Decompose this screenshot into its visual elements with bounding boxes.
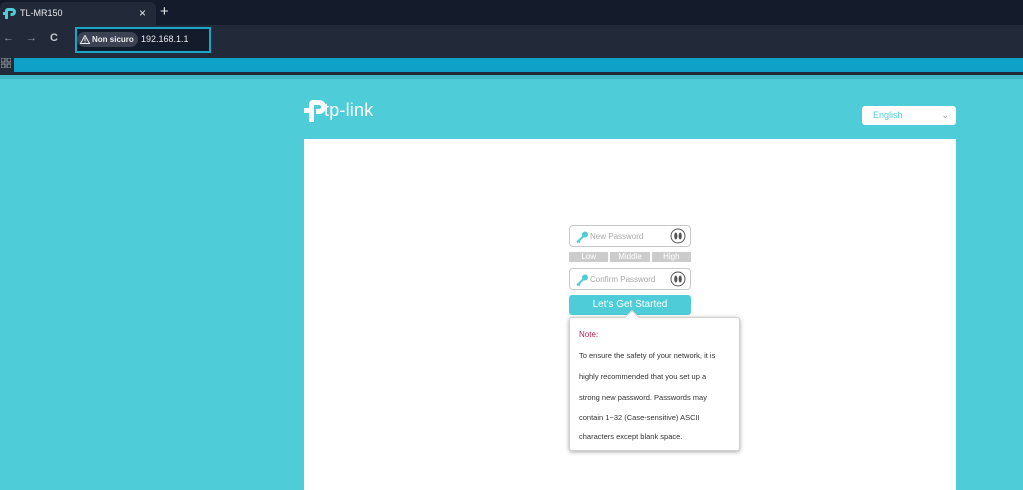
note-title: Note: <box>579 330 599 339</box>
address-bar[interactable]: Non sicuro 192.168.1.1 <box>75 27 211 53</box>
apps-grid-icon[interactable] <box>1 58 11 68</box>
browser-tab[interactable]: TL-MR150 × <box>0 2 156 25</box>
new-tab-icon[interactable]: + <box>160 3 169 21</box>
security-chip[interactable]: Non sicuro <box>77 32 138 47</box>
key-icon <box>576 231 588 243</box>
logo-text: tp-link <box>324 100 374 120</box>
new-password-field[interactable] <box>569 225 691 247</box>
note-line: highly recommended that you set up a <box>579 372 707 381</box>
back-icon[interactable]: ← <box>3 31 14 45</box>
forward-icon[interactable]: → <box>26 31 37 45</box>
warning-icon <box>80 35 90 44</box>
strength-middle: Middle <box>610 252 650 262</box>
show-password-icon[interactable] <box>670 271 686 287</box>
password-strength-meter: Low Middle High <box>569 252 691 262</box>
note-line: contain 1~32 (Case-sensitive) ASCII <box>579 413 700 422</box>
page-top-edge <box>0 75 1023 79</box>
chevron-down-icon: ⌄ <box>941 110 949 120</box>
language-value: English <box>873 110 903 120</box>
tplink-favicon-icon <box>3 8 16 19</box>
confirm-password-input[interactable] <box>590 272 670 286</box>
browser-toolbar: ← → C Non sicuro 192.168.1.1 <box>0 25 1023 53</box>
language-select[interactable]: English ⌄ <box>862 106 956 125</box>
strength-low: Low <box>569 252 609 262</box>
new-password-input[interactable] <box>590 229 670 243</box>
note-line: characters except blank space. <box>579 432 683 441</box>
url-text[interactable]: 192.168.1.1 <box>141 34 189 44</box>
strength-high: High <box>651 252 691 262</box>
confirm-password-field[interactable] <box>569 268 691 290</box>
tab-close-icon[interactable]: × <box>139 6 146 20</box>
show-password-icon[interactable] <box>670 228 686 244</box>
key-icon <box>576 274 588 286</box>
tab-title: TL-MR150 <box>20 8 63 18</box>
note-line: To ensure the safety of your network, it… <box>579 351 716 360</box>
bookmark-highlight-strip <box>14 58 1023 72</box>
bookmarks-bar <box>0 53 1023 75</box>
password-note-tooltip: Note: To ensure the safety of your netwo… <box>569 309 740 451</box>
note-line: strong new password. Passwords may <box>579 393 707 402</box>
browser-tab-bar: TL-MR150 × + <box>0 0 1023 25</box>
security-label: Non sicuro <box>92 35 134 44</box>
reload-icon[interactable]: C <box>50 31 58 45</box>
